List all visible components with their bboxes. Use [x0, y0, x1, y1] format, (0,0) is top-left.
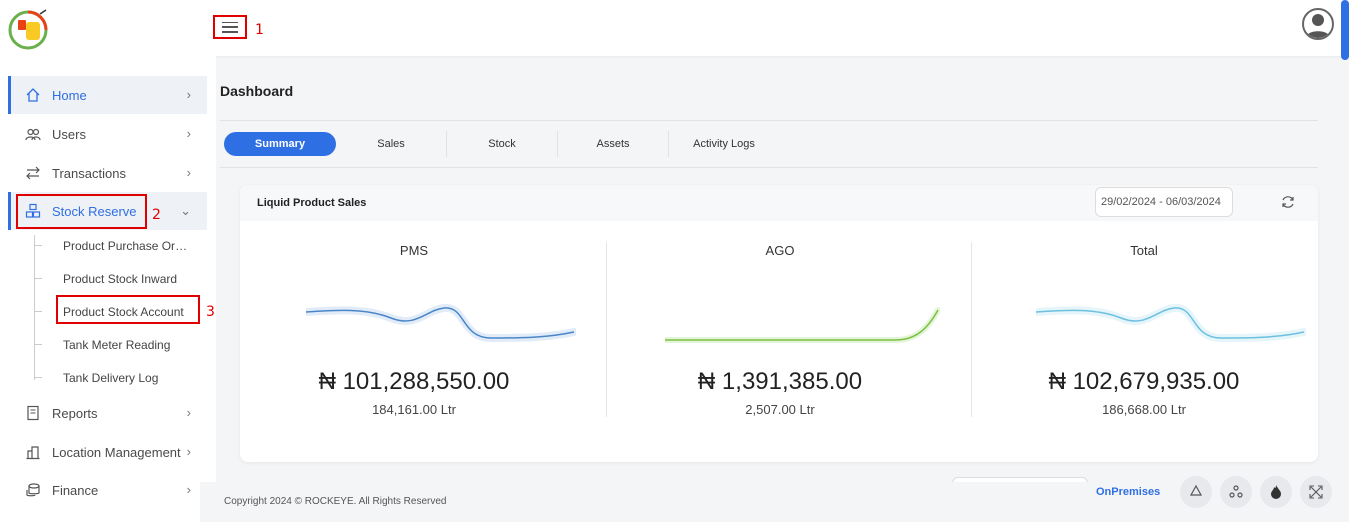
date-range-input[interactable]: 29/02/2024 - 06/03/2024	[1095, 187, 1233, 217]
submenu-tank-delivery-log[interactable]: Tank Delivery Log	[63, 369, 191, 387]
submenu-tree-line	[34, 235, 35, 380]
metric-label-total: Total	[1130, 243, 1158, 258]
chevron-down-icon: ⌄	[180, 203, 191, 218]
pms-sparkline	[306, 304, 576, 343]
metric-value-pms: ₦ 101,288,550.00	[318, 368, 510, 395]
submenu-tank-meter-reading[interactable]: Tank Meter Reading	[63, 336, 191, 354]
chevron-right-icon: ›	[186, 126, 191, 141]
network-icon[interactable]	[1220, 476, 1252, 508]
chevron-right-icon: ›	[186, 482, 191, 497]
footer: Copyright 2024 © ROCKEYE. All Rights Res…	[200, 476, 1349, 522]
document-icon	[24, 404, 42, 422]
user-icon	[1306, 14, 1330, 38]
annotation-1: 1	[255, 22, 264, 38]
tab-summary[interactable]: Summary	[224, 132, 336, 156]
sidebar-item-location-management[interactable]: Location Management ›	[8, 433, 207, 471]
liquid-product-sales-card: Liquid Product Sales 29/02/2024 - 06/03/…	[240, 185, 1318, 462]
page-title: Dashboard	[220, 83, 294, 99]
fullscreen-icon[interactable]	[1300, 476, 1332, 508]
chevron-right-icon: ›	[186, 444, 191, 459]
chevron-right-icon: ›	[186, 165, 191, 180]
sidebar-item-reports[interactable]: Reports ›	[8, 394, 207, 432]
copyright-text: Copyright 2024 © ROCKEYE. All Rights Res…	[224, 496, 447, 507]
card-header: Liquid Product Sales 29/02/2024 - 06/03/…	[240, 185, 1318, 221]
tab-activity-logs[interactable]: Activity Logs	[669, 132, 779, 156]
annotation-2: 2	[152, 207, 161, 223]
column-divider	[971, 242, 972, 417]
highlight-box-stock-account	[56, 295, 200, 324]
sidebar-item-label: Finance	[52, 482, 99, 498]
divider	[220, 167, 1318, 168]
sidebar-item-label: Transactions	[52, 165, 126, 181]
user-avatar[interactable]	[1302, 8, 1334, 40]
metric-volume-total: 186,668.00 Ltr	[1102, 402, 1186, 417]
app-logo[interactable]	[8, 8, 50, 50]
mode-label: OnPremises	[1096, 486, 1161, 498]
sidebar-item-users[interactable]: Users ›	[8, 115, 207, 153]
sidebar-item-finance[interactable]: Finance ›	[8, 471, 207, 509]
chevron-right-icon: ›	[186, 405, 191, 420]
card-title: Liquid Product Sales	[257, 197, 367, 209]
total-sparkline	[1036, 304, 1306, 343]
annotation-3: 3	[206, 304, 215, 320]
hamburger-icon	[222, 21, 238, 33]
chevron-right-icon: ›	[186, 87, 191, 102]
top-bar: 1	[0, 0, 1349, 60]
sidebar-item-label: Home	[52, 87, 87, 103]
submenu-tick	[34, 278, 42, 279]
tab-sales[interactable]: Sales	[336, 132, 446, 156]
sidebar-item-label: Reports	[52, 405, 98, 421]
transfer-icon	[24, 164, 42, 182]
metric-value-total: ₦ 102,679,935.00	[1048, 368, 1240, 395]
refresh-icon[interactable]	[1280, 194, 1296, 210]
sidebar-item-label: Location Management	[52, 444, 181, 460]
highlight-box-stock-reserve	[16, 194, 147, 229]
metric-value-ago: ₦ 1,391,385.00	[697, 368, 863, 395]
ago-sparkline	[665, 307, 940, 343]
building-icon	[24, 443, 42, 461]
submenu-tick	[34, 245, 42, 246]
metric-volume-pms: 184,161.00 Ltr	[372, 402, 456, 417]
recycle-icon[interactable]	[1180, 476, 1212, 508]
metric-label-ago: AGO	[765, 243, 795, 258]
column-divider	[606, 242, 607, 417]
sidebar-item-home[interactable]: Home ›	[8, 76, 207, 114]
metric-volume-ago: 2,507.00 Ltr	[745, 402, 815, 417]
tab-assets[interactable]: Assets	[558, 132, 668, 156]
sidebar-item-label: Users	[52, 126, 86, 142]
submenu-tick	[34, 311, 42, 312]
coins-icon	[24, 481, 42, 499]
menu-toggle-button[interactable]	[213, 15, 247, 39]
submenu-product-purchase-order[interactable]: Product Purchase Order	[63, 237, 191, 255]
scrollbar-thumb[interactable]	[1341, 0, 1349, 60]
tab-stock[interactable]: Stock	[447, 132, 557, 156]
submenu-product-stock-inward[interactable]: Product Stock Inward	[63, 270, 191, 288]
metric-label-pms: PMS	[399, 243, 429, 258]
flame-icon[interactable]	[1260, 476, 1292, 508]
submenu-tick	[34, 377, 42, 378]
sidebar-item-transactions[interactable]: Transactions ›	[8, 154, 207, 192]
submenu-tick	[34, 344, 42, 345]
home-icon	[24, 86, 42, 104]
users-icon	[24, 125, 42, 143]
divider	[220, 120, 1318, 121]
